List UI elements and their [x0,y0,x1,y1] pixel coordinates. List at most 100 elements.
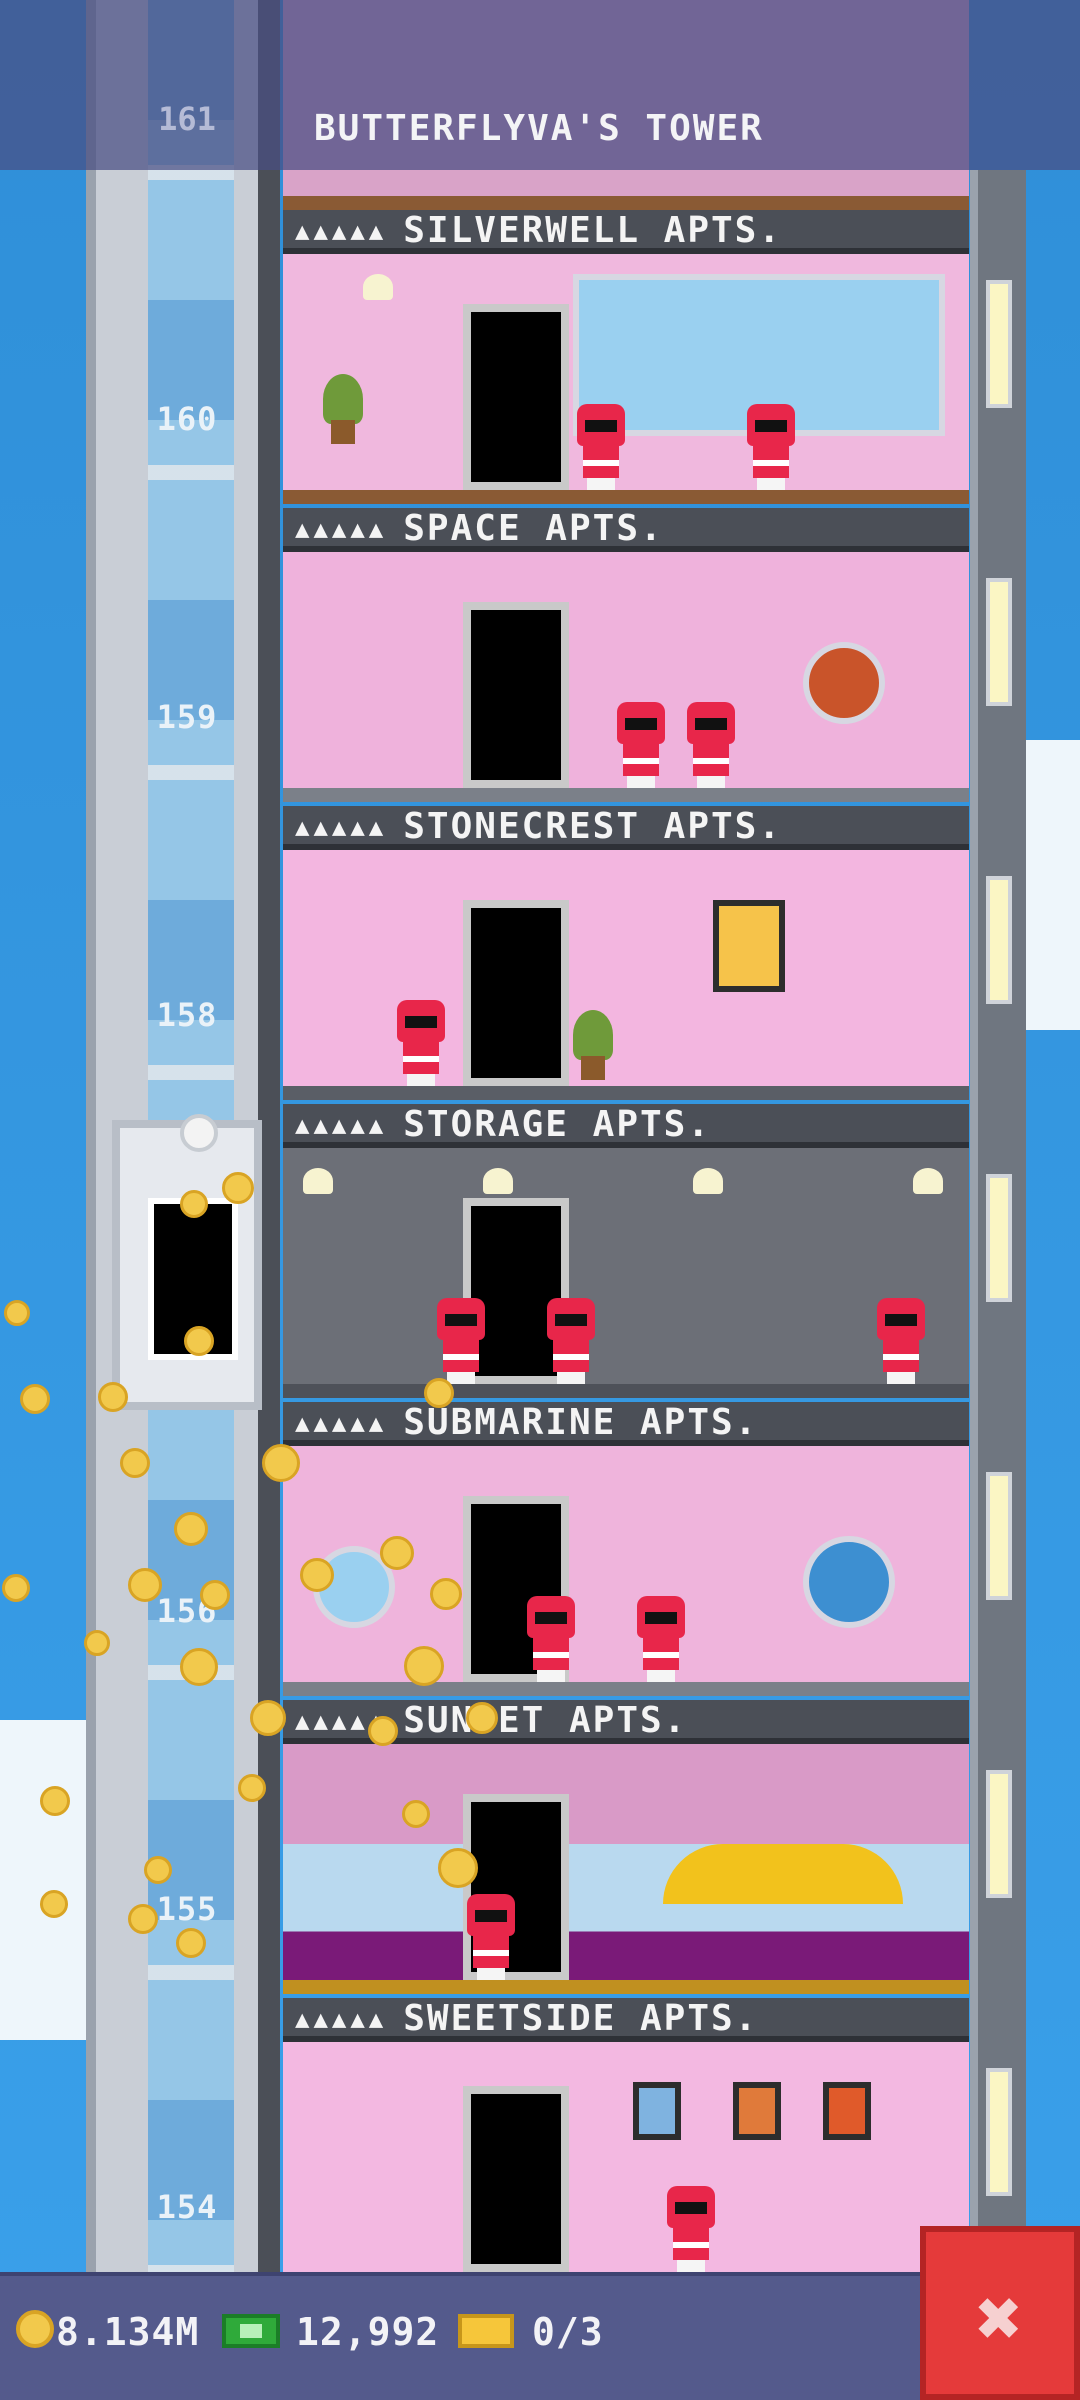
room-floor [283,1980,969,1994]
ceiling-lamp [363,274,393,300]
resident[interactable] [613,702,669,788]
rating-pips: ▲▲▲▲▲ [295,1409,388,1437]
framed-picture [733,2082,781,2140]
falling-coin[interactable] [222,1172,254,1204]
falling-coin[interactable] [250,1700,286,1736]
apartment-name: SUBMARINE APTS. [403,1402,759,1443]
floor-number-161: 161 [158,100,216,138]
resident[interactable] [433,1298,489,1384]
sunset-mural [663,1844,903,1904]
room-sweetside[interactable] [283,2042,969,2272]
ceiling-lamp [303,1168,333,1194]
falling-coin[interactable] [430,1578,462,1610]
tickets-count: 0/3 [532,2310,604,2354]
falling-coin[interactable] [368,1716,398,1746]
floor-sign: ▲▲▲▲▲ SWEETSIDE APTS. [283,1998,969,2042]
resident[interactable] [683,702,739,788]
floor-sign: ▲▲▲▲▲ SILVERWELL APTS. [283,210,969,254]
room-floor [283,1086,969,1100]
resident[interactable] [633,1596,689,1682]
pillar-light [986,280,1012,408]
floor-number-155: 155 [156,1890,218,1928]
apartment-name: STORAGE APTS. [403,1104,712,1145]
resident[interactable] [873,1298,929,1384]
elevator-car[interactable] [112,1114,262,1410]
room-space[interactable] [283,552,969,802]
rating-pips: ▲▲▲▲▲ [295,2005,388,2033]
porthole-window [803,642,885,724]
room-silverwell[interactable] [283,254,969,504]
resident[interactable] [743,404,799,490]
elevator-bell-icon [180,1114,218,1152]
pillar-light [986,1174,1012,1302]
pillar-light [986,1472,1012,1600]
close-button[interactable]: ✖ [920,2226,1080,2400]
falling-coin[interactable] [438,1848,478,1888]
floor-number-160: 160 [156,400,218,438]
falling-coin[interactable] [180,1648,218,1686]
falling-coin[interactable] [300,1558,334,1592]
floor-sign: ▲▲▲▲▲ SPACE APTS. [283,508,969,552]
falling-coin[interactable] [174,1512,208,1546]
rating-pips: ▲▲▲▲▲ [295,1111,388,1139]
falling-coin[interactable] [404,1646,444,1686]
falling-coin[interactable] [120,1448,150,1478]
falling-coin[interactable] [40,1890,68,1918]
falling-coin[interactable] [184,1326,214,1356]
rating-pips: ▲▲▲▲▲ [295,813,388,841]
resident[interactable] [573,404,629,490]
pillar-light [986,876,1012,1004]
falling-coin[interactable] [20,1384,50,1414]
falling-coin[interactable] [84,1630,110,1656]
resident[interactable] [393,1000,449,1086]
room-submarine[interactable] [283,1446,969,1696]
ceiling-lamp [693,1168,723,1194]
falling-coin[interactable] [466,1702,498,1734]
falling-coin[interactable] [176,1928,206,1958]
plant [573,1010,613,1080]
ceiling-lamp [913,1168,943,1194]
resident[interactable] [463,1894,519,1980]
room-stonecrest[interactable] [283,850,969,1100]
apartment-door[interactable] [463,304,569,490]
falling-coin[interactable] [200,1580,230,1610]
falling-coin[interactable] [144,1856,172,1884]
apartment-door[interactable] [463,602,569,788]
room-sunset[interactable] [283,1744,969,1994]
falling-coin[interactable] [380,1536,414,1570]
falling-coin[interactable] [238,1774,266,1802]
pillar-light [986,1770,1012,1898]
framed-picture [823,2082,871,2140]
falling-coin[interactable] [40,1786,70,1816]
floor-sign: ▲▲▲▲▲ STORAGE APTS. [283,1104,969,1148]
apartment-name: SUNSET APTS. [403,1700,688,1741]
rating-pips: ▲▲▲▲▲ [295,515,388,543]
falling-coin[interactable] [180,1190,208,1218]
resident[interactable] [543,1298,599,1384]
tower-header: 161 BUTTERFLYVA'S TOWER [0,0,1080,170]
falling-coin[interactable] [2,1574,30,1602]
falling-coin[interactable] [128,1568,162,1602]
falling-coin[interactable] [98,1382,128,1412]
floor-number-159: 159 [156,698,218,736]
room-floor [283,1384,969,1398]
room-floor [283,788,969,802]
falling-coin[interactable] [424,1378,454,1408]
coin-icon [16,2310,54,2348]
close-icon: ✖ [976,2274,1023,2364]
apartment-name: SWEETSIDE APTS. [403,1998,759,2039]
apartment-door[interactable] [463,2086,569,2272]
falling-coin[interactable] [402,1800,430,1828]
resident[interactable] [523,1596,579,1682]
pillar-light [986,578,1012,706]
status-bar: 8.134M 12,992 0/3 [0,2272,1080,2400]
falling-coin[interactable] [262,1444,300,1482]
falling-coin[interactable] [4,1300,30,1326]
ticket-icon [458,2314,514,2348]
plant [323,374,363,444]
floor-number-158: 158 [156,996,218,1034]
falling-coin[interactable] [128,1904,158,1934]
apartment-door[interactable] [463,900,569,1086]
room-storage[interactable] [283,1148,969,1398]
resident[interactable] [663,2186,719,2272]
